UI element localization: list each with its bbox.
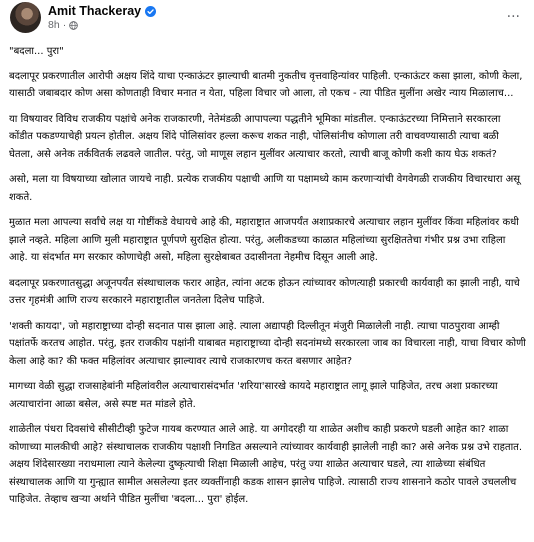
post-header: Amit Thackeray 8h · ··· xyxy=(9,0,526,40)
post-meta: 8h · xyxy=(48,19,79,31)
author-name[interactable]: Amit Thackeray xyxy=(48,4,141,18)
post-body: "बदला... पुरा" बदलापूर प्रकरणातील आरोपी … xyxy=(9,43,526,517)
meta-separator: · xyxy=(62,19,67,31)
post-title: "बदला... पुरा" xyxy=(9,46,64,57)
post-paragraph: 'शक्ती कायदा', जो महाराष्ट्राच्या दोन्ही… xyxy=(9,320,526,367)
post-paragraph: बदलापूर प्रकरणातसुद्धा अजूनपर्यंत संस्था… xyxy=(9,277,520,307)
post-paragraph: मुळात मला आपल्या सर्वांचे लक्ष या गोष्टी… xyxy=(9,217,519,263)
post-paragraph: शाळेतील पंधरा दिवसांचे सीसीटीव्ही फुटेज … xyxy=(9,424,523,505)
post-paragraph: मागच्या वेळी सुद्धा राजसाहेबांनी महिलांव… xyxy=(9,381,498,410)
post-time[interactable]: 8h xyxy=(48,19,60,31)
verified-badge-icon xyxy=(145,5,157,17)
avatar[interactable] xyxy=(10,2,41,33)
post-paragraph: बदलापूर प्रकरणातील आरोपी अक्षय शिंदे याच… xyxy=(9,70,523,100)
post-paragraph: असो, मला या विषयाच्या खोलात जायचे नाही. … xyxy=(9,174,521,203)
facebook-post: Amit Thackeray 8h · ··· "बदला... पुरा" ब… xyxy=(0,0,534,542)
author-line: Amit Thackeray xyxy=(48,4,157,18)
globe-icon xyxy=(69,20,79,30)
more-options-icon[interactable]: ··· xyxy=(507,10,520,24)
post-paragraph: या विषयावर विविध राजकीय पक्षांचे अनेक रा… xyxy=(9,113,501,160)
